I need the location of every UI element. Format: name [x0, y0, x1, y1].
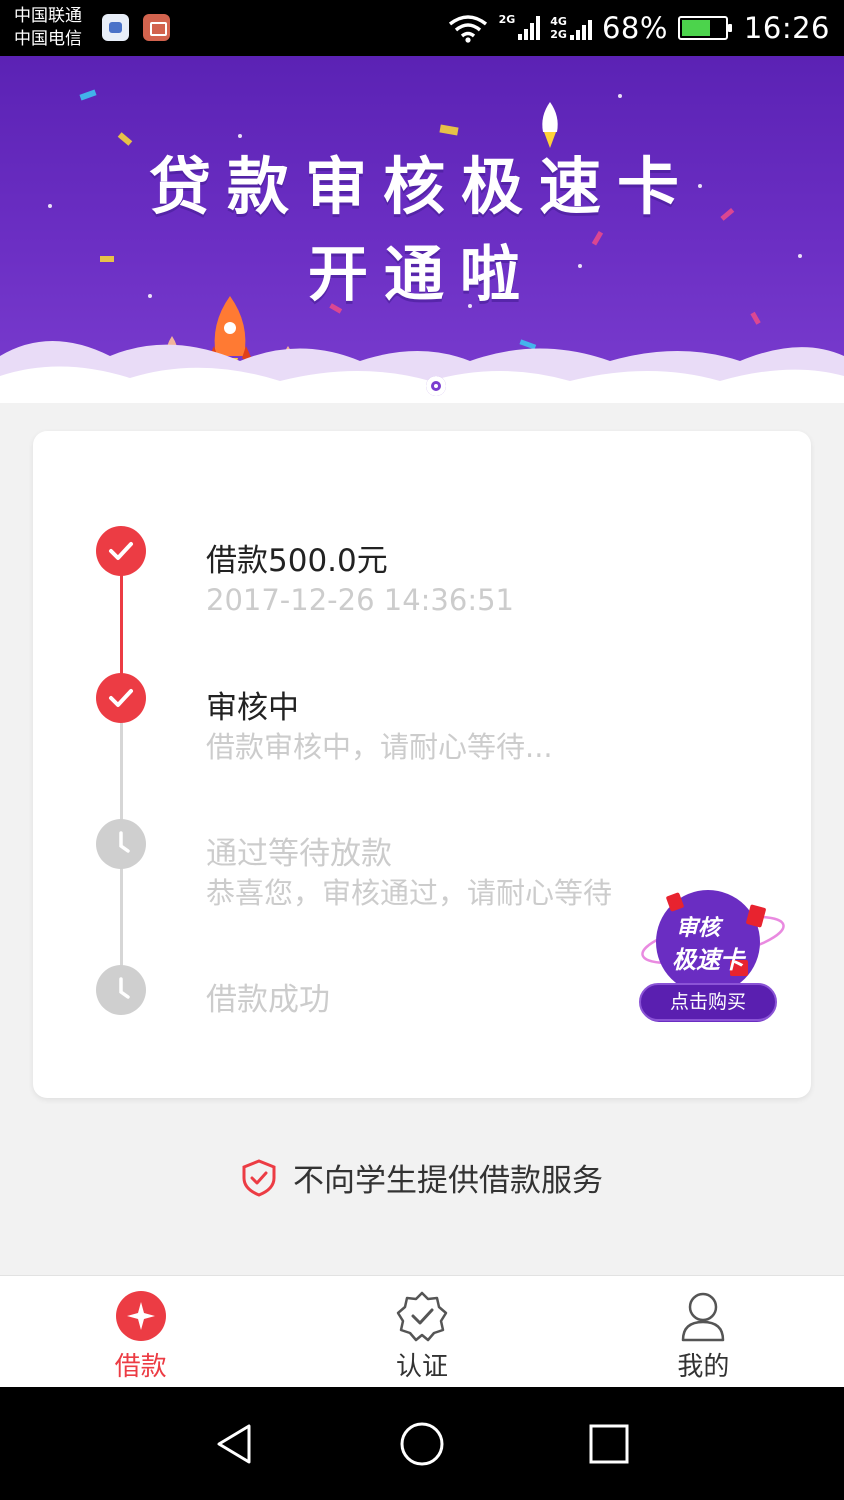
bottom-tab-bar: 借款 认证 我的 [0, 1275, 844, 1387]
tab-label: 认证 [395, 1352, 448, 1382]
recents-icon[interactable] [589, 1424, 629, 1464]
loan-icon [115, 1291, 166, 1341]
buy-button[interactable]: 点击购买 [640, 984, 776, 1020]
carousel-dot-active[interactable] [426, 376, 446, 396]
carrier-info: 中国联通 中国电信 [14, 5, 82, 51]
battery-percent: 68% [601, 11, 668, 45]
step-title: 通过等待放款 [206, 836, 392, 872]
check-icon [96, 526, 146, 576]
signal-bars-icon [518, 16, 541, 40]
status-bar: 中国联通 中国电信 2G 4G 2G 68% 16:26 [0, 0, 844, 56]
carousel-dot[interactable] [394, 376, 414, 396]
network-type-3: 2G [550, 28, 567, 41]
home-icon[interactable] [399, 1421, 445, 1467]
user-icon [682, 1292, 725, 1342]
tab-verify[interactable]: 认证 [281, 1276, 562, 1387]
promo-banner[interactable]: 贷款审核极速卡 开通啦 [0, 56, 844, 403]
wifi-icon [448, 15, 487, 43]
signal-1: 2G [498, 13, 541, 40]
step-title: 借款成功 [206, 982, 330, 1018]
screen-record-icon [143, 14, 170, 41]
network-type-2: 4G [550, 15, 567, 28]
back-icon[interactable] [213, 1422, 257, 1466]
clock-icon [96, 819, 146, 869]
speed-card-promo[interactable]: 审核 极速卡 点击购买 [638, 888, 788, 1023]
step-title: 审核中 [206, 690, 299, 726]
verify-badge-icon [396, 1291, 448, 1342]
promo-title: 审核 [676, 916, 721, 941]
carousel-indicator [394, 376, 446, 396]
tab-label: 我的 [677, 1352, 730, 1382]
check-icon [96, 673, 146, 723]
clock-icon [96, 965, 146, 1015]
banner-subtitle: 开通啦 [308, 240, 536, 310]
carrier-2: 中国电信 [14, 29, 82, 49]
step-title: 借款500.0元 [206, 543, 388, 579]
clock: 16:26 [743, 11, 830, 45]
promo-subtitle: 极速卡 [672, 946, 744, 974]
tab-loan[interactable]: 借款 [0, 1276, 281, 1387]
step-subtitle: 恭喜您，审核通过，请耐心等待 [206, 876, 613, 910]
carrier-1: 中国联通 [14, 6, 82, 26]
step-subtitle: 2017-12-26 14:36:51 [206, 583, 514, 617]
notice-text: 不向学生提供借款服务 [293, 1163, 603, 1199]
student-notice: 不向学生提供借款服务 [0, 1155, 844, 1205]
tab-mine[interactable]: 我的 [563, 1276, 844, 1387]
system-nav-bar [0, 1387, 844, 1500]
battery-fill [681, 20, 711, 36]
app-notification-icon [102, 14, 129, 41]
shield-check-icon [242, 1158, 276, 1197]
signal-2: 4G 2G [550, 16, 592, 40]
battery-icon [677, 16, 732, 40]
network-type-1: 2G [498, 13, 516, 26]
signal-bars-icon [569, 16, 592, 40]
step-subtitle: 借款审核中，请耐心等待... [206, 730, 553, 764]
tab-label: 借款 [114, 1352, 167, 1382]
banner-title: 贷款审核极速卡 [148, 150, 695, 223]
